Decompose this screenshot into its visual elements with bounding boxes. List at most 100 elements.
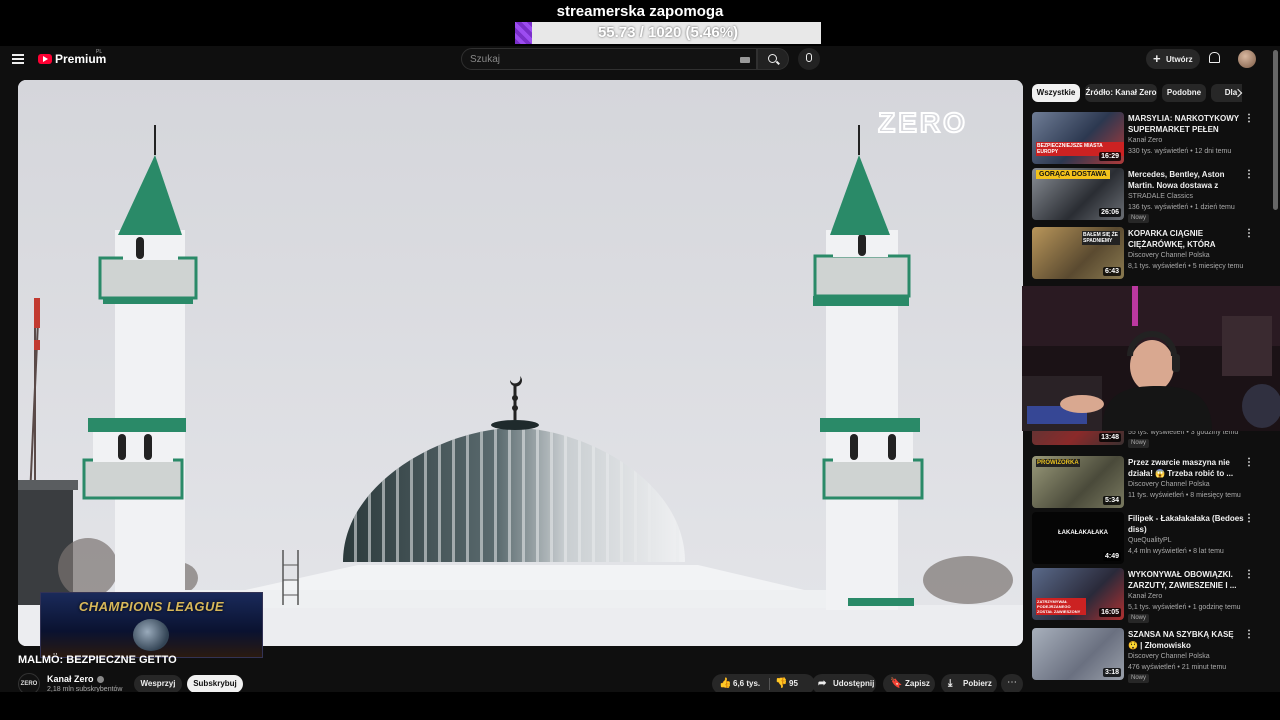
rec-channel[interactable]: QueQualityPL [1128,537,1172,544]
champions-league-overlay: CHAMPIONS LEAGUE [40,592,263,658]
video-thumbnail[interactable]: ZATRZYMYWAŁ PODEJRZANEGO ZOSTAŁ ZAWIESZO… [1032,568,1124,620]
channel-name-row[interactable]: Kanał Zero [47,674,104,684]
list-item[interactable]: BAŁEM SIĘ ŻE SPADNIEMY 6:43 KOPARKA CIĄG… [1032,227,1272,281]
dislike-count[interactable]: 95 [789,674,798,694]
hamburger-menu-icon[interactable] [12,54,24,64]
rec-channel[interactable]: Kanał Zero [1128,593,1162,600]
video-thumbnail[interactable]: 3:18 [1032,628,1124,680]
download-icon: ⤓ [948,678,953,689]
more-vert-icon[interactable]: ⋮ [1244,170,1254,180]
rec-title[interactable]: Przez zwarcie maszyna nie działa! 😱 Trze… [1128,457,1244,479]
rec-meta: 476 wyświetleń • 21 minut temu [1128,664,1227,671]
more-vert-icon[interactable]: ⋮ [1244,570,1254,580]
streamer-webcam [1022,286,1280,431]
new-badge: Nowy [1128,674,1150,683]
create-button[interactable]: + Utwórz [1146,49,1200,69]
share-button[interactable]: ➦ Udostępnij [812,674,876,694]
plus-icon: + [1153,51,1161,66]
screen: Premium PL + Utwórz streamerska zapomoga… [0,0,1280,720]
rec-title[interactable]: KOPARKA CIĄGNIE CIĘŻARÓWKĘ, KTÓRA CIĄGNI… [1128,228,1244,250]
list-item[interactable]: GORĄCA DOSTAWA 26:06 Mercedes, Bentley, … [1032,168,1272,223]
video-thumbnail[interactable]: BEZPIECZNIEJSZE MIASTA EUROPY 16:29 [1032,112,1124,164]
more-actions-button[interactable]: ⋯ [1001,674,1023,694]
rec-channel[interactable]: Discovery Channel Polska [1128,653,1210,660]
zero-watermark: ZERO [878,107,968,138]
subscribe-button[interactable]: Subskrybuj [187,675,243,693]
download-label: Pobierz [963,679,992,688]
rec-meta: 11 tys. wyświetleń • 8 miesięcy temu [1128,492,1241,499]
save-label: Zapisz [905,679,930,688]
list-item[interactable]: ZATRZYMYWAŁ PODEJRZANEGO ZOSTAŁ ZAWIESZO… [1032,568,1272,623]
video-thumbnail[interactable]: BAŁEM SIĘ ŻE SPADNIEMY 6:43 [1032,227,1124,279]
more-vert-icon[interactable]: ⋮ [1244,114,1254,124]
new-badge: Nowy [1128,439,1150,448]
rec-meta: 136 tys. wyświetleń • 1 dzień temu [1128,204,1235,211]
new-badge: Nowy [1128,214,1150,223]
microphone-icon [806,53,812,62]
thumbnail-caption: GORĄCA DOSTAWA [1036,170,1110,179]
rec-meta: 8,1 tys. wyświetleń • 5 miesięcy temu [1128,263,1244,270]
join-button[interactable]: Wesprzyj [134,675,182,693]
search-button[interactable] [757,48,789,70]
chip-all[interactable]: Wszystkie [1032,84,1080,102]
rec-channel[interactable]: Discovery Channel Polska [1128,481,1210,488]
video-thumbnail[interactable]: ŁAKAŁAKAŁAKA 4:49 [1032,512,1124,564]
channel-name[interactable]: Kanał Zero [47,674,94,684]
voice-search-button[interactable] [798,48,820,70]
webcam-frame [1022,286,1280,431]
chip-similar[interactable]: Podobne [1162,84,1206,102]
video-thumbnail[interactable]: GORĄCA DOSTAWA 26:06 [1032,168,1124,220]
download-button[interactable]: ⤓ Pobierz [941,674,997,694]
list-item[interactable]: 3:18 SZANSA NA SZYBKĄ KASĘ 😲 | Złomowisk… [1032,628,1272,683]
rec-channel[interactable]: STRADALE Classics [1128,193,1193,200]
chip-source[interactable]: Źródło: Kanał Zero [1085,84,1157,102]
champions-league-ball-icon [133,619,169,651]
video-player[interactable]: ZERO [18,80,1023,646]
champions-league-title: CHAMPIONS LEAGUE [78,599,225,614]
thumbnail-caption: PROWIZORKA [1036,459,1080,467]
rec-channel[interactable]: Kanał Zero [1128,137,1162,144]
list-item[interactable]: PROWIZORKA 5:34 Przez zwarcie maszyna ni… [1032,456,1272,510]
rec-title[interactable]: Mercedes, Bentley, Aston Martin. Nowa do… [1128,169,1244,191]
filter-chips: Wszystkie Źródło: Kanał Zero Podobne Dla [1032,84,1242,104]
search-box [461,48,757,70]
video-frame: ZERO [18,80,1023,646]
rec-channel[interactable]: Discovery Channel Polska [1128,252,1210,259]
thumbs-down-icon[interactable]: 👎 [775,679,787,689]
keyboard-icon[interactable] [740,57,750,63]
more-vert-icon[interactable]: ⋮ [1244,458,1254,468]
rec-title[interactable]: Filipek - Łakałakałaka (Bedoes diss) [1128,513,1244,535]
search-input[interactable] [470,52,730,67]
thumbnail-caption: BAŁEM SIĘ ŻE SPADNIEMY [1082,231,1120,245]
more-vert-icon[interactable]: ⋮ [1244,229,1254,239]
share-icon: ➦ [818,678,827,689]
duration-badge: 5:34 [1102,496,1121,505]
rec-title[interactable]: SZANSA NA SZYBKĄ KASĘ 😲 | Złomowisko [1128,629,1244,651]
rec-title[interactable]: WYKONYWAŁ OBOWIĄZKI. ZARZUTY, ZAWIESZENI… [1128,569,1244,591]
more-vert-icon[interactable]: ⋮ [1244,514,1254,524]
duration-badge: 16:29 [1099,152,1121,161]
list-item[interactable]: BEZPIECZNIEJSZE MIASTA EUROPY 16:29 MARS… [1032,112,1272,166]
more-vert-icon[interactable]: ⋮ [1244,630,1254,640]
verified-icon [96,676,104,684]
thumbnail-caption: ŁAKAŁAKAŁAKA [1058,530,1108,536]
user-avatar[interactable] [1238,50,1256,68]
sidebar-scrollbar[interactable] [1273,50,1278,210]
video-thumbnail[interactable]: PROWIZORKA 5:34 [1032,456,1124,508]
donation-progress-text: 55.73 / 1020 (5.46%) [597,24,739,41]
list-item[interactable]: ŁAKAŁAKAŁAKA 4:49 Filipek - Łakałakałaka… [1032,512,1272,566]
search-icon [768,54,777,63]
stream-overlay: streamerska zapomoga 55.73 / 1020 (5.46%… [0,0,1280,46]
like-count[interactable]: 6,6 tys. [733,674,760,694]
like-dislike-group: 👍 6,6 tys. 👎 95 [712,674,815,694]
video-title: MALMÖ: BEZPIECZNE GETTO [18,654,177,666]
rec-title[interactable]: MARSYLIA: NARKOTYKOWY SUPERMARKET PEŁEN … [1128,113,1244,135]
youtube-logo-icon[interactable] [38,54,52,64]
duration-badge: 13:48 [1099,433,1121,442]
notifications-bell-icon[interactable] [1209,52,1220,63]
thumbs-up-icon[interactable]: 👍 [719,679,731,689]
new-badge: Nowy [1128,614,1150,623]
save-button[interactable]: 🔖 Zapisz [883,674,935,694]
rec-meta: 5,1 tys. wyświetleń • 1 godzinę temu [1128,604,1241,611]
share-label: Udostępnij [833,679,875,688]
